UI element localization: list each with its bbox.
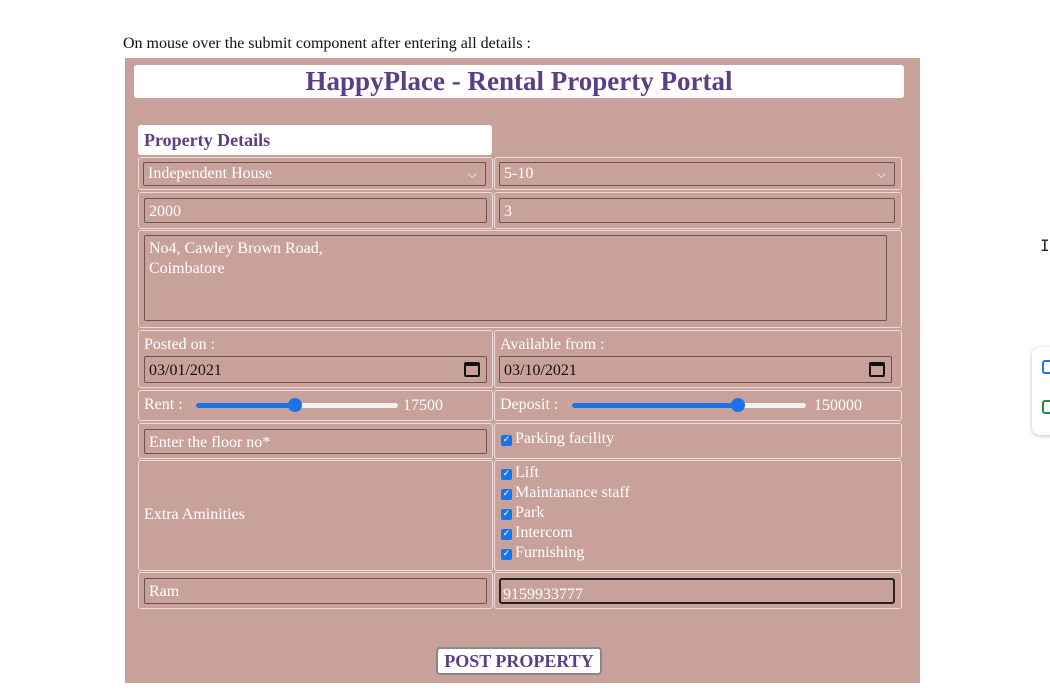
property-age-value: 5-10 [504, 165, 534, 182]
area-input[interactable]: 2000 [144, 198, 487, 223]
bedrooms-cell: 3 [494, 192, 902, 229]
checkbox-checked-icon[interactable]: ✓ [501, 509, 512, 520]
owner-name-cell: Ram [138, 572, 493, 609]
calendar-icon[interactable] [464, 362, 480, 377]
browser-side-panel [1032, 347, 1050, 435]
amenity-label: Intercom [515, 524, 573, 541]
portal-title: HappyPlace - Rental Property Portal [134, 65, 904, 98]
address-cell: No4, Cawley Brown Road, Coimbatore [138, 230, 902, 328]
chevron-down-icon: ⌵ [467, 167, 477, 181]
amenity-label: Lift [515, 464, 539, 481]
property-type-value: Independent House [148, 165, 272, 182]
owner-name-input[interactable]: Ram [144, 578, 487, 604]
available-from-value: 03/10/2021 [504, 362, 577, 379]
available-from-cell: Available from : 03/10/2021 [494, 330, 902, 388]
amenity-lift[interactable]: ✓ Lift [501, 464, 539, 482]
amenities-label-cell: Extra Aminities [138, 460, 493, 571]
parking-label: Parking facility [515, 430, 615, 447]
amenity-label: Furnishing [515, 544, 585, 561]
amenities-label: Extra Aminities [144, 506, 245, 523]
rent-cell: Rent : 17500 [138, 390, 493, 421]
calendar-icon[interactable] [869, 362, 885, 377]
amenity-park[interactable]: ✓ Park [501, 504, 544, 522]
checkbox-checked-icon[interactable]: ✓ [501, 469, 512, 480]
posted-on-cell: Posted on : 03/01/2021 [138, 330, 493, 388]
amenity-maintenance-staff[interactable]: ✓ Maintanance staff [501, 484, 630, 502]
chevron-down-icon: ⌵ [876, 167, 886, 181]
posted-on-date-input[interactable]: 03/01/2021 [144, 356, 487, 383]
amenities-cell: ✓ Lift ✓ Maintanance staff ✓ Park ✓ Intercom… [494, 460, 902, 571]
deposit-label: Deposit : [500, 396, 559, 413]
post-property-button[interactable]: POST PROPERTY [436, 647, 602, 675]
property-form: HappyPlace - Rental Property Portal Prop… [125, 58, 920, 683]
address-line1: No4, Cawley Brown Road, [149, 240, 323, 257]
phone-input[interactable]: 9159933777 [499, 578, 895, 604]
posted-on-label: Posted on : [144, 336, 216, 353]
bedrooms-input[interactable]: 3 [499, 198, 895, 223]
rent-slider-thumb[interactable] [287, 398, 302, 412]
property-age-cell: 5-10 ⌵ [494, 157, 902, 190]
feedback-icon[interactable] [1042, 400, 1050, 414]
amenity-furnishing[interactable]: ✓ Furnishing [501, 544, 584, 562]
section-heading: Property Details [138, 125, 492, 155]
property-type-select[interactable]: Independent House ⌵ [143, 162, 486, 186]
deposit-slider-thumb[interactable] [731, 398, 746, 412]
page-caption: On mouse over the submit component after… [123, 35, 531, 52]
posted-on-value: 03/01/2021 [149, 362, 222, 379]
parking-checkbox-row[interactable]: ✓ Parking facility [501, 430, 614, 448]
amenity-label: Maintanance staff [515, 484, 630, 501]
available-from-label: Available from : [500, 336, 605, 353]
checkbox-checked-icon[interactable]: ✓ [501, 529, 512, 540]
text-cursor-icon: I [1040, 236, 1050, 255]
rent-value: 17500 [403, 397, 443, 414]
address-textarea[interactable]: No4, Cawley Brown Road, Coimbatore [144, 235, 887, 321]
deposit-cell: Deposit : 150000 [494, 390, 902, 421]
deposit-slider-fill [572, 403, 739, 408]
available-from-date-input[interactable]: 03/10/2021 [499, 356, 892, 383]
parking-cell: ✓ Parking facility [494, 423, 902, 459]
chat-icon[interactable] [1042, 360, 1050, 374]
area-cell: 2000 [138, 192, 493, 229]
property-age-select[interactable]: 5-10 ⌵ [499, 162, 895, 186]
address-line2: Coimbatore [149, 260, 225, 277]
floor-cell: Enter the floor no* [138, 423, 493, 459]
property-type-cell: Independent House ⌵ [138, 157, 493, 190]
checkbox-checked-icon[interactable]: ✓ [501, 549, 512, 560]
checkbox-checked-icon[interactable]: ✓ [501, 489, 512, 500]
rent-slider-fill [196, 403, 295, 408]
floor-input[interactable]: Enter the floor no* [144, 429, 487, 454]
amenity-intercom[interactable]: ✓ Intercom [501, 524, 573, 542]
rent-slider[interactable] [196, 398, 398, 412]
deposit-value: 150000 [814, 397, 862, 414]
amenity-label: Park [515, 504, 545, 521]
checkbox-checked-icon[interactable]: ✓ [501, 435, 512, 446]
phone-cell: 9159933777 [494, 572, 902, 609]
deposit-slider[interactable] [572, 398, 806, 412]
rent-label: Rent : [144, 396, 183, 413]
